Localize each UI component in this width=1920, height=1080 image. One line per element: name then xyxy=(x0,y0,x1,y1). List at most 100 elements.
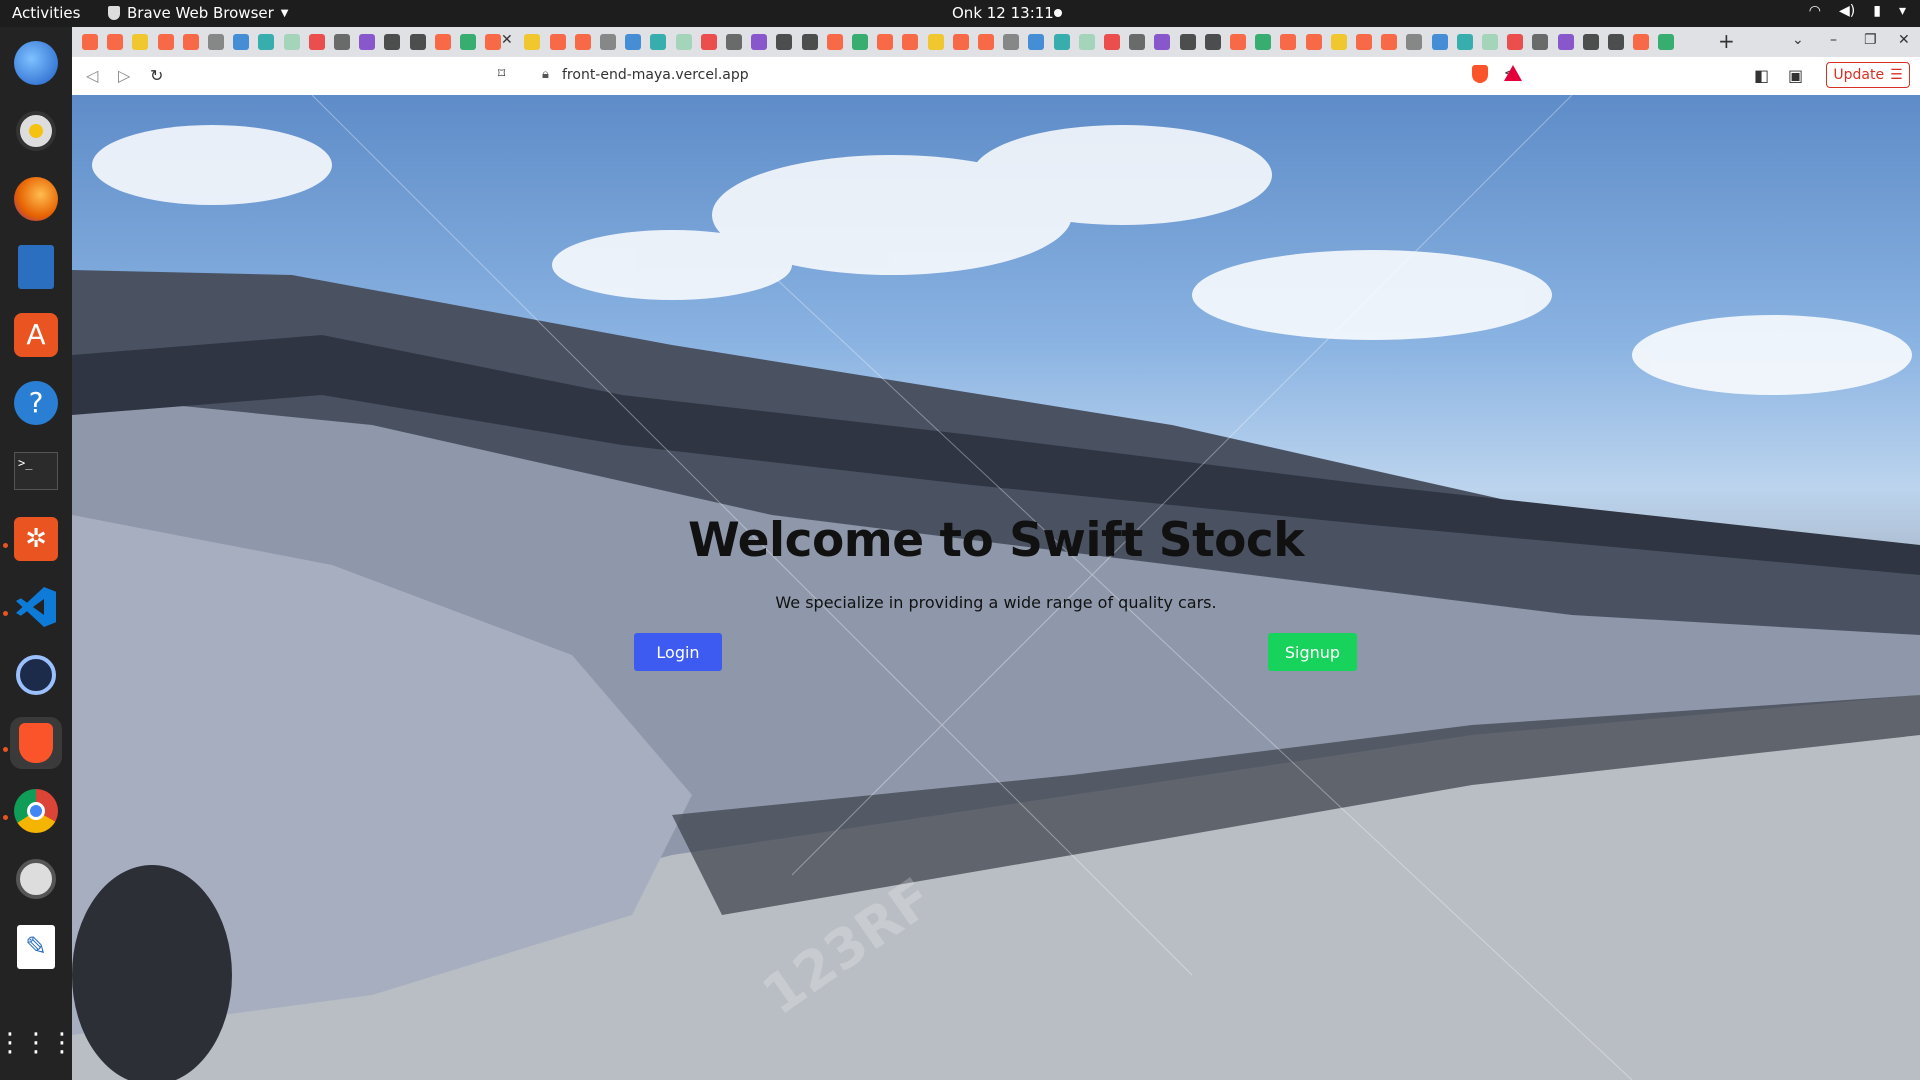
firefox-icon[interactable] xyxy=(10,173,62,225)
terminal-icon[interactable]: >_ xyxy=(10,445,62,497)
tab-favicon-icon[interactable] xyxy=(182,34,199,50)
signup-button[interactable]: Signup xyxy=(1268,633,1357,671)
brave-shields-icon[interactable] xyxy=(1472,65,1488,83)
active-tab-close-icon[interactable]: ✕ xyxy=(501,32,513,48)
tab-favicon-icon[interactable] xyxy=(625,34,642,50)
sidebar-toggle-icon[interactable]: ◧ xyxy=(1754,66,1769,85)
tab-favicon-icon[interactable] xyxy=(1154,34,1171,50)
help-icon[interactable]: ? xyxy=(10,377,62,429)
tab-favicon-icon[interactable] xyxy=(776,34,793,50)
tab-favicon-icon[interactable] xyxy=(574,34,591,50)
new-tab-button[interactable]: + xyxy=(1718,29,1735,53)
update-button[interactable]: Update ☰ xyxy=(1826,62,1910,88)
tab-favicon-icon[interactable] xyxy=(1255,34,1272,50)
back-icon[interactable]: ◁ xyxy=(86,66,98,85)
chrome-icon[interactable] xyxy=(10,785,62,837)
restore-icon[interactable]: ❐ xyxy=(1864,32,1877,48)
bookmark-icon[interactable]: ⌑ xyxy=(498,66,505,82)
tab-favicon-icon[interactable] xyxy=(359,34,376,50)
tab-favicon-icon[interactable] xyxy=(460,34,476,50)
show-apps-icon[interactable]: ⋮⋮⋮ xyxy=(0,1017,75,1069)
tab-favicon-icon[interactable] xyxy=(700,34,717,50)
tab-favicon-icon[interactable] xyxy=(1507,34,1524,50)
wallet-icon[interactable]: ▣ xyxy=(1788,66,1803,85)
tab-favicon-icon[interactable] xyxy=(485,34,502,50)
tab-favicon-icon[interactable] xyxy=(1003,34,1020,50)
tab-favicon-icon[interactable] xyxy=(978,34,994,50)
activities-button[interactable]: Activities xyxy=(12,4,80,22)
tab-favicon-icon[interactable] xyxy=(409,34,426,50)
tab-favicon-icon[interactable] xyxy=(334,34,350,50)
tab-favicon-icon[interactable] xyxy=(308,34,325,50)
tab-favicon-icon[interactable] xyxy=(877,34,894,50)
address-bar[interactable]: ⌑ 🔒︎ front-end-maya.vercel.app ▭ ⋖ xyxy=(412,62,1572,90)
tab-favicon-icon[interactable] xyxy=(1129,34,1146,50)
ubuntu-software-icon[interactable]: ✲ xyxy=(10,513,62,565)
brave-rewards-icon[interactable] xyxy=(1504,65,1522,81)
tab-favicon-icon[interactable] xyxy=(1456,34,1473,50)
tab-favicon-icon[interactable] xyxy=(1330,34,1347,50)
tab-favicon-icon[interactable] xyxy=(1633,34,1650,50)
tab-favicon-icon[interactable] xyxy=(1532,34,1549,50)
tab-favicon-icon[interactable] xyxy=(1053,34,1070,50)
tab-favicon-icon[interactable] xyxy=(650,34,667,50)
login-button[interactable]: Login xyxy=(634,633,722,671)
tab-favicon-icon[interactable] xyxy=(107,34,124,50)
tab-favicon-icon[interactable] xyxy=(1230,34,1246,50)
tab-favicon-icon[interactable] xyxy=(1078,34,1095,50)
image-viewer-icon[interactable] xyxy=(10,853,62,905)
reload-icon[interactable]: ↻ xyxy=(150,66,163,85)
tab-favicon-icon[interactable] xyxy=(675,34,692,50)
tab-favicon-icon[interactable] xyxy=(826,34,843,50)
tab-favicon-icon[interactable] xyxy=(1431,34,1448,50)
tab-favicon-icon[interactable] xyxy=(549,34,566,50)
tab-favicon-icon[interactable] xyxy=(1557,34,1574,50)
tab-favicon-icon[interactable] xyxy=(801,34,818,50)
tab-favicon-icon[interactable] xyxy=(1482,34,1498,50)
forward-icon[interactable]: ▷ xyxy=(118,66,130,85)
tab-favicon-icon[interactable] xyxy=(751,34,768,50)
thunderbird-icon[interactable] xyxy=(10,37,62,89)
tab-favicon-icon[interactable] xyxy=(902,34,919,50)
tab-favicon-icon[interactable] xyxy=(1028,34,1045,50)
tab-favicon-icon[interactable] xyxy=(434,34,451,50)
minimize-icon[interactable]: – xyxy=(1830,32,1837,48)
tab-favicon-icon[interactable] xyxy=(1381,34,1398,50)
tab-favicon-icon[interactable] xyxy=(132,34,149,50)
close-window-icon[interactable]: ✕ xyxy=(1898,32,1910,48)
tab-favicon-icon[interactable] xyxy=(1305,34,1322,50)
tab-favicon-icon[interactable] xyxy=(258,34,275,50)
tab-favicon-icon[interactable] xyxy=(233,34,250,50)
tab-favicon-icon[interactable] xyxy=(600,34,616,50)
tab-favicon-icon[interactable] xyxy=(1104,34,1120,50)
app-menu[interactable]: Brave Web Browser ▼ xyxy=(108,4,288,22)
tab-favicon-icon[interactable] xyxy=(1608,34,1624,50)
tab-search-icon[interactable]: ⌄ xyxy=(1792,32,1804,48)
tab-favicon-icon[interactable] xyxy=(1658,34,1675,50)
tab-favicon-icon[interactable] xyxy=(208,34,224,50)
tab-favicon-icon[interactable] xyxy=(927,34,944,50)
tab-favicon-icon[interactable] xyxy=(1356,34,1372,50)
tab-favicon-icon[interactable] xyxy=(1280,34,1297,50)
tab-favicon-icon[interactable] xyxy=(82,34,98,50)
tab-favicon-icon[interactable] xyxy=(157,34,174,50)
rhythmbox-icon[interactable] xyxy=(10,105,62,157)
tab-favicon-icon[interactable] xyxy=(1406,34,1423,50)
tab-favicon-icon[interactable] xyxy=(384,34,401,50)
tab-favicon-icon[interactable] xyxy=(1179,34,1196,50)
libreoffice-writer-icon[interactable] xyxy=(10,241,62,293)
system-tray[interactable]: ◠ ◀) ▮ ▾ xyxy=(1809,3,1906,19)
brave-browser-icon[interactable] xyxy=(10,717,62,769)
app-center-icon[interactable]: A xyxy=(10,309,62,361)
vscode-icon[interactable] xyxy=(10,581,62,633)
clock[interactable]: Onk 12 13:11 xyxy=(952,4,1054,22)
tab-favicon-icon[interactable] xyxy=(952,34,969,50)
tab-favicon-icon[interactable] xyxy=(852,34,868,50)
tab-favicon-icon[interactable] xyxy=(726,34,742,50)
tab-favicon-icon[interactable] xyxy=(1204,34,1221,50)
tab-favicon-icon[interactable] xyxy=(283,34,300,50)
text-editor-icon[interactable]: ✎ xyxy=(10,921,62,973)
tab-favicon-icon[interactable] xyxy=(524,34,541,50)
timeshift-icon[interactable] xyxy=(10,649,62,701)
tab-favicon-icon[interactable] xyxy=(1582,34,1599,50)
